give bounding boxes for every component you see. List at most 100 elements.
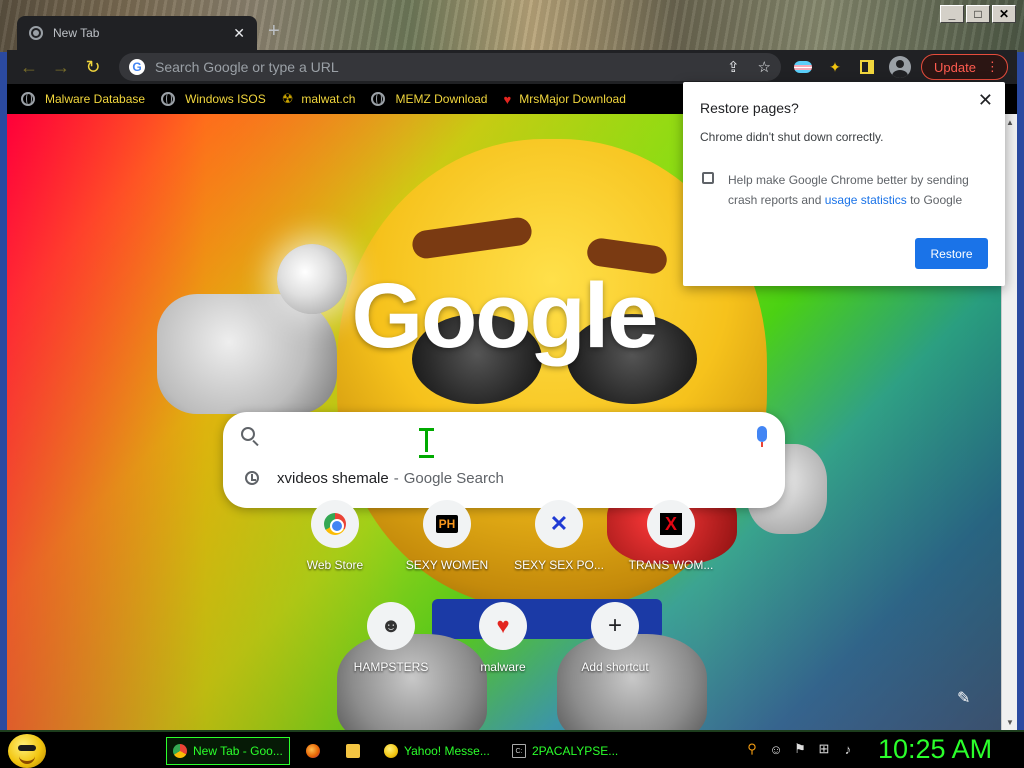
google-g-icon: G — [129, 59, 145, 75]
update-button[interactable]: Update ⋮ — [921, 54, 1008, 80]
heart-icon: ♥ — [496, 613, 510, 638]
taskbar: New Tab - Goo... Yahoo! Messe... C: 2PAC… — [0, 730, 1024, 768]
suggestion-source: Google Search — [403, 469, 504, 487]
shortcut-tile: ✕ — [535, 500, 583, 548]
task-explorer[interactable] — [340, 737, 370, 765]
chrome-icon — [173, 744, 187, 758]
history-clock-icon — [245, 471, 259, 485]
shortcut-tile: + — [591, 602, 639, 650]
extensions-puzzle-icon[interactable]: ✦ — [825, 57, 845, 77]
search-row[interactable] — [223, 412, 785, 458]
menu-dots-icon[interactable]: ⋮ — [986, 59, 999, 75]
bookmark-label: malwat.ch — [301, 92, 356, 106]
browser-toolbar: ← → ↻ G Search Google or type a URL ⇪ ☆ … — [7, 50, 1017, 84]
ibeam-cursor-icon — [419, 426, 434, 458]
crash-report-checkbox[interactable] — [702, 172, 714, 184]
shortcut-tile: ☻ — [367, 602, 415, 650]
omnibox-placeholder[interactable]: Search Google or type a URL — [155, 59, 709, 75]
globe-icon — [21, 92, 35, 106]
shortcut-label: SEXY SEX PO... — [514, 558, 604, 572]
shortcut-malware[interactable]: ♥ malware — [447, 602, 559, 674]
profile-avatar-icon[interactable] — [889, 56, 911, 78]
task-chrome[interactable]: New Tab - Goo... — [166, 737, 290, 765]
bookmark-memz-download[interactable]: MEMZ Download — [371, 92, 487, 106]
shortcut-tile: X — [647, 500, 695, 548]
forward-arrow-icon[interactable]: → — [47, 53, 75, 81]
close-icon[interactable]: ✕ — [992, 5, 1016, 23]
bookmark-label: MrsMajor Download — [519, 92, 626, 106]
heart-icon: ♥ — [503, 91, 512, 107]
hamster-icon: ☻ — [380, 614, 402, 637]
taskbar-clock[interactable]: 10:25 AM — [878, 734, 992, 765]
back-arrow-icon[interactable]: ← — [15, 53, 43, 81]
usage-statistics-link[interactable]: usage statistics — [825, 193, 907, 207]
dialog-message: Chrome didn't shut down correctly. — [700, 130, 884, 144]
restore-pages-dialog: ✕ Restore pages? Chrome didn't shut down… — [683, 82, 1005, 286]
shortcut-trans-wom[interactable]: X TRANS WOM... — [615, 500, 727, 572]
maximize-icon[interactable]: □ — [966, 5, 990, 23]
shortcut-tile: ♥ — [479, 602, 527, 650]
search-icon — [241, 427, 255, 441]
search-input[interactable] — [271, 419, 757, 449]
emoji-icon[interactable]: ☺ — [768, 741, 784, 757]
shortcut-label: Web Store — [306, 558, 364, 572]
ntp-search-box[interactable]: xvideos shemale - Google Search — [223, 412, 785, 508]
folder-icon — [346, 744, 360, 758]
search-icon[interactable]: ⚲ — [744, 741, 760, 757]
update-label: Update — [934, 59, 976, 75]
bookmark-mrsmajor-download[interactable]: ♥ MrsMajor Download — [503, 92, 625, 107]
bookmark-star-icon[interactable]: ☆ — [758, 58, 771, 76]
flag-icon[interactable]: ⚑ — [792, 741, 808, 757]
crash-report-text: Help make Google Chrome better by sendin… — [728, 170, 978, 210]
shortcut-hampsters[interactable]: ☻ HAMPSTERS — [335, 602, 447, 674]
new-tab-button[interactable]: + — [268, 20, 280, 43]
shortcut-tile — [311, 500, 359, 548]
task-firefox[interactable] — [300, 737, 330, 765]
bookmark-windows-isos[interactable]: Windows ISOS — [161, 92, 266, 106]
search-suggestion[interactable]: xvideos shemale - Google Search — [223, 456, 785, 500]
side-panel-icon[interactable] — [857, 57, 877, 77]
task-label: New Tab - Goo... — [193, 744, 283, 758]
trans-flag-extension-icon[interactable] — [793, 57, 813, 77]
shortcut-sexy-women[interactable]: PH SEXY WOMEN — [391, 500, 503, 572]
shortcut-label: malware — [480, 660, 526, 674]
chrome-favicon-icon — [29, 26, 43, 40]
dialog-close-icon[interactable]: ✕ — [978, 90, 993, 111]
firefox-icon — [306, 744, 320, 758]
microphone-icon[interactable] — [757, 426, 767, 447]
bookmark-label: MEMZ Download — [395, 92, 488, 106]
network-icon[interactable]: ⊞ — [816, 741, 832, 757]
reload-icon[interactable]: ↻ — [79, 53, 107, 81]
shortcut-web-store[interactable]: Web Store — [279, 500, 391, 572]
system-tray: ⚲ ☺ ⚑ ⊞ ♪ — [744, 741, 856, 757]
start-button-smiley-icon[interactable] — [8, 734, 46, 768]
tab-close-icon[interactable]: ✕ — [233, 25, 245, 42]
x-site-icon: ✕ — [549, 511, 569, 536]
tab-new-tab[interactable]: New Tab ✕ — [17, 16, 257, 50]
restore-button[interactable]: Restore — [915, 238, 988, 269]
customize-pencil-icon[interactable]: ✎ — [957, 688, 970, 708]
shortcut-sexy-sex-po[interactable]: ✕ SEXY SEX PO... — [503, 500, 615, 572]
bookmark-malware-database[interactable]: Malware Database — [21, 92, 145, 106]
share-icon[interactable]: ⇪ — [727, 58, 740, 76]
ph-site-icon: PH — [435, 515, 459, 533]
shortcut-tile: PH — [423, 500, 471, 548]
window-caption-buttons: _ □ ✕ — [940, 5, 1016, 23]
shortcut-label: HAMPSTERS — [353, 660, 429, 674]
scroll-down-icon[interactable]: ▼ — [1002, 714, 1018, 730]
shortcut-label: SEXY WOMEN — [405, 558, 489, 572]
globe-icon — [161, 92, 176, 106]
shortcut-add[interactable]: + Add shortcut — [559, 602, 671, 674]
minimize-icon[interactable]: _ — [940, 5, 964, 23]
radiation-icon: ☢ — [281, 91, 294, 106]
tab-title: New Tab — [53, 26, 100, 40]
volume-icon[interactable]: ♪ — [840, 741, 856, 757]
bookmark-malwat-ch[interactable]: ☢ malwat.ch — [282, 91, 356, 107]
yahoo-messenger-icon — [384, 744, 398, 758]
suggestion-separator: - — [393, 469, 399, 487]
task-yahoo-messenger[interactable]: Yahoo! Messe... — [378, 737, 498, 765]
red-x-site-icon: X — [660, 513, 682, 535]
task-command-prompt[interactable]: C: 2PACALYPSE... — [506, 737, 624, 765]
chrome-webstore-icon — [324, 513, 346, 535]
omnibox[interactable]: G Search Google or type a URL ⇪ ☆ — [119, 53, 781, 81]
